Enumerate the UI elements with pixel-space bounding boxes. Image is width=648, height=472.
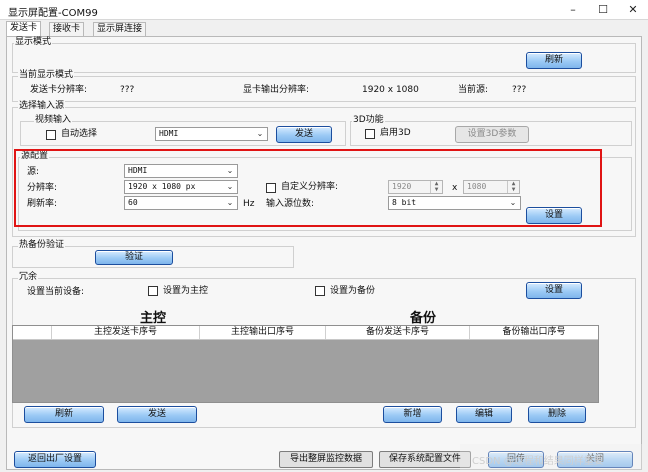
table-send-button[interactable]: 发送 [117,406,197,423]
send-card-res-label: 发送卡分辨率: [30,85,88,95]
primary-title: 主控 [140,311,167,326]
video-input-value: HDMI [159,129,179,138]
table-header-col2: 主控输出口序号 [199,326,325,339]
tab-receive-card[interactable]: 接收卡 [49,22,85,36]
table-header: 主控发送卡序号 主控输出口序号 备份发送卡序号 备份输出口序号 [13,326,598,340]
delete-button[interactable]: 删除 [528,406,586,423]
table-header-col3: 备份发送卡序号 [325,326,469,339]
display-mode-refresh-button[interactable]: 刷新 [526,52,582,69]
tab-screen-connection[interactable]: 显示屏连接 [93,22,147,36]
current-source-label: 当前源: [458,85,489,95]
display-mode-label: 显示模式 [14,37,53,48]
table-header-col1: 主控发送卡序号 [51,326,199,339]
set-primary-checkbox[interactable] [148,286,158,296]
save-config-button[interactable]: 保存系统配置文件 [379,451,471,468]
maximize-icon[interactable]: ☐ [588,0,618,20]
send-source-button[interactable]: 发送 [276,126,332,143]
set-3d-params-button[interactable]: 设置3D参数 [455,126,529,143]
gpu-res-value: 1920 x 1080 [362,85,419,95]
edit-button[interactable]: 编辑 [456,406,512,423]
input-source-label: 选择输入源 [18,101,66,112]
set-primary-label: 设置为主控 [163,286,209,296]
video-input-label: 视频输入 [34,115,73,126]
set-backup-label: 设置为备份 [330,286,376,296]
gpu-res-label: 显卡输出分辨率: [243,85,310,95]
redundancy-table[interactable]: 主控发送卡序号 主控输出口序号 备份发送卡序号 备份输出口序号 [12,325,599,403]
enable-3d-checkbox[interactable] [365,129,375,139]
minimize-icon[interactable]: – [558,0,588,20]
verify-button[interactable]: 验证 [95,250,173,265]
send-card-res-value: ??? [120,85,135,95]
current-mode-label: 当前显示模式 [18,70,75,81]
table-header-index [13,326,51,339]
current-source-value: ??? [512,85,527,95]
enable-3d-label: 启用3D [380,128,411,138]
hot-backup-label: 热备份验证 [18,240,66,251]
set-backup-checkbox[interactable] [315,286,325,296]
auto-select-checkbox[interactable] [46,130,56,140]
video-input-combo[interactable]: HDMI ⌄ [155,127,268,141]
table-header-col4: 备份输出口序号 [469,326,598,339]
tab-send-card[interactable]: 发送卡 [6,21,42,37]
backup-title: 备份 [410,311,437,326]
redundancy-set-button[interactable]: 设置 [526,282,582,299]
set-device-label: 设置当前设备: [27,287,85,297]
threed-label: 3D功能 [352,115,385,126]
table-refresh-button[interactable]: 刷新 [24,406,104,423]
watermark: CSDN @过程和结果同样重要 [472,456,604,467]
factory-reset-button[interactable]: 返回出厂设置 [14,451,96,468]
redundancy-label: 冗余 [18,272,39,283]
current-mode-group [12,76,636,102]
title-bar: 显示屏配置-COM99 – ☐ ✕ [0,0,648,20]
highlight-box [14,149,602,227]
export-monitor-button[interactable]: 导出整屏监控数据 [279,451,373,468]
auto-select-label: 自动选择 [61,129,98,139]
add-button[interactable]: 新增 [383,406,442,423]
chevron-down-icon: ⌄ [256,129,264,138]
close-icon[interactable]: ✕ [618,0,648,20]
window-title: 显示屏配置-COM99 [8,8,98,19]
